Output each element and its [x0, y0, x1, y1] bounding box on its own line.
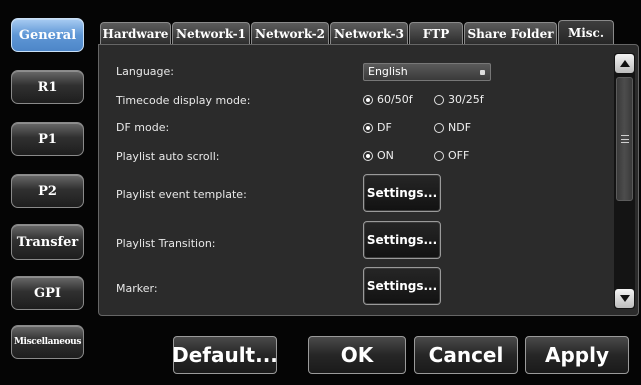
scroll-down-button[interactable] [615, 289, 634, 308]
nav-item-r1[interactable]: R1 [11, 70, 84, 104]
radio-unselected-icon [434, 150, 444, 161]
nav-item-transfer[interactable]: Transfer [11, 224, 84, 260]
nav-item-general[interactable]: General [11, 18, 84, 52]
apply-button[interactable]: Apply [525, 336, 629, 374]
ok-button[interactable]: OK [308, 336, 406, 374]
transition-label: Playlist Transition: [116, 237, 216, 250]
grip-lines-icon [620, 135, 629, 143]
timecode-option-60-50f: 60/50f [377, 93, 413, 106]
df-mode-option-df: DF [377, 121, 392, 134]
df-mode-radio-df[interactable]: DF [363, 121, 392, 134]
df-mode-radio-ndf[interactable]: NDF [434, 121, 471, 134]
nav-item-gpi[interactable]: GPI [11, 276, 84, 310]
chevron-down-icon [480, 70, 485, 75]
nav-item-miscellaneous[interactable]: Miscellaneous [11, 325, 84, 359]
radio-selected-icon [363, 150, 373, 161]
tab-ftp[interactable]: FTP [409, 22, 463, 44]
marker-settings-button[interactable]: Settings... [363, 267, 441, 305]
triangle-down-icon [619, 295, 630, 302]
language-value: English [368, 65, 408, 78]
nav-item-p2[interactable]: P2 [11, 174, 84, 208]
radio-unselected-icon [434, 122, 444, 133]
timecode-radio-60-50f[interactable]: 60/50f [363, 93, 413, 106]
scroll-up-button[interactable] [615, 54, 634, 73]
triangle-up-icon [619, 60, 630, 67]
autoscroll-radio-off[interactable]: OFF [434, 149, 469, 162]
marker-label: Marker: [116, 282, 158, 295]
tab-network-3[interactable]: Network-3 [330, 22, 408, 44]
radio-selected-icon [363, 122, 373, 133]
tab-misc[interactable]: Misc. [558, 20, 614, 44]
default-button[interactable]: Default... [172, 336, 278, 374]
autoscroll-label: Playlist auto scroll: [116, 150, 220, 163]
event-template-settings-button[interactable]: Settings... [363, 174, 441, 212]
tab-share-folder[interactable]: Share Folder [464, 22, 557, 44]
settings-panel: Language: English Timecode display mode:… [98, 44, 639, 316]
df-mode-label: DF mode: [116, 121, 170, 134]
tab-network-1[interactable]: Network-1 [172, 22, 250, 44]
autoscroll-option-on: ON [377, 149, 394, 162]
radio-selected-icon [363, 94, 373, 105]
df-mode-option-ndf: NDF [448, 121, 472, 134]
radio-unselected-icon [434, 94, 444, 105]
language-label: Language: [116, 65, 174, 78]
scrollbar[interactable] [614, 53, 635, 309]
scroll-thumb[interactable] [616, 77, 633, 201]
timecode-label: Timecode display mode: [116, 94, 251, 107]
autoscroll-option-off: OFF [448, 149, 470, 162]
cancel-button[interactable]: Cancel [414, 336, 518, 374]
timecode-option-30-25f: 30/25f [448, 93, 484, 106]
tab-network-2[interactable]: Network-2 [251, 22, 329, 44]
tab-hardware[interactable]: Hardware [100, 22, 171, 44]
language-select[interactable]: English [363, 63, 491, 81]
timecode-radio-30-25f[interactable]: 30/25f [434, 93, 484, 106]
autoscroll-radio-on[interactable]: ON [363, 149, 394, 162]
nav-item-p1[interactable]: P1 [11, 122, 84, 156]
transition-settings-button[interactable]: Settings... [363, 221, 441, 259]
event-template-label: Playlist event template: [116, 188, 247, 201]
